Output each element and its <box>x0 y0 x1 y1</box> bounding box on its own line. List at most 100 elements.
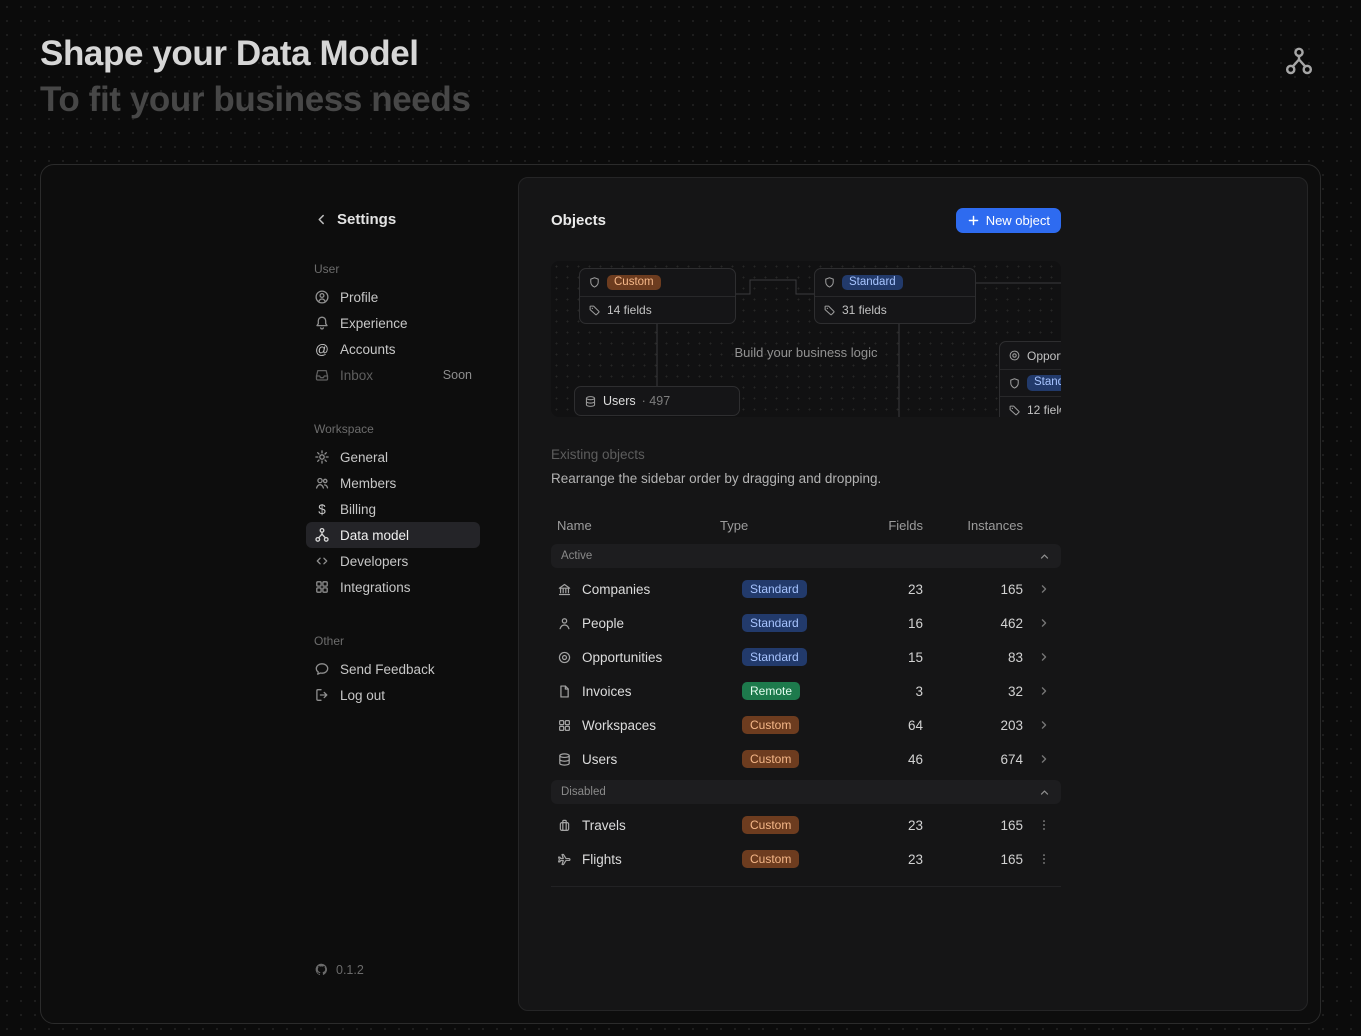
group-label: Disabled <box>561 786 606 798</box>
settings-back-button[interactable]: Settings <box>314 211 472 228</box>
table-row[interactable]: Opportunities Standard 15 83 <box>551 640 1061 674</box>
node-fields-count: 14 fields <box>607 303 652 317</box>
group-header-disabled[interactable]: Disabled <box>551 780 1061 804</box>
row-name: Companies <box>582 582 650 597</box>
node-fields-count: 31 fields <box>842 303 887 317</box>
type-badge: Standard <box>742 580 807 598</box>
sidebar-item-general[interactable]: General <box>306 444 480 470</box>
group-header-active[interactable]: Active <box>551 544 1061 568</box>
sidebar-item-send-feedback[interactable]: Send Feedback <box>306 656 480 682</box>
table-row[interactable]: People Standard 16 462 <box>551 606 1061 640</box>
instances-value: 462 <box>923 616 1023 631</box>
page-title: Objects <box>551 212 606 229</box>
node-type-badge: Standard <box>1027 375 1061 391</box>
section-label-user: User <box>314 262 472 276</box>
inbox-icon <box>314 367 330 383</box>
fields-value: 23 <box>860 852 923 867</box>
plane-icon <box>557 852 572 867</box>
objects-panel: Objects New object Build your business l… <box>518 177 1308 1011</box>
type-badge: Custom <box>742 750 799 768</box>
sidebar-item-label: Experience <box>340 316 408 331</box>
table-row[interactable]: Companies Standard 23 165 <box>551 572 1061 606</box>
chevron-right-icon[interactable] <box>1037 718 1051 732</box>
canvas-node-users[interactable]: Users · 497 <box>574 386 740 416</box>
data-model-canvas[interactable]: Build your business logic Custom 14 fiel… <box>551 261 1061 417</box>
sidebar-item-profile[interactable]: Profile <box>306 284 480 310</box>
sidebar-item-accounts[interactable]: @ Accounts <box>306 336 480 362</box>
sidebar-item-label: Developers <box>340 554 408 569</box>
chevron-up-icon[interactable] <box>1038 550 1051 563</box>
row-name: Users <box>582 752 617 767</box>
table-row[interactable]: Users Custom 46 674 <box>551 742 1061 776</box>
instances-value: 165 <box>923 818 1023 833</box>
table-row[interactable]: Workspaces Custom 64 203 <box>551 708 1061 742</box>
row-name: Travels <box>582 818 626 833</box>
sidebar-item-inbox: Inbox Soon <box>306 362 480 388</box>
chevron-right-icon[interactable] <box>1037 650 1051 664</box>
gear-icon <box>314 449 330 465</box>
sidebar-item-billing[interactable]: $ Billing <box>306 496 480 522</box>
new-object-button[interactable]: New object <box>956 208 1061 233</box>
new-object-label: New object <box>986 213 1050 228</box>
members-icon <box>314 475 330 491</box>
plus-icon <box>967 214 980 227</box>
target-icon <box>557 650 572 665</box>
fields-value: 3 <box>860 684 923 699</box>
row-name: Flights <box>582 852 622 867</box>
suitcase-icon <box>557 818 572 833</box>
sidebar-item-experience[interactable]: Experience <box>306 310 480 336</box>
feedback-icon <box>314 661 330 677</box>
table-divider <box>551 886 1061 887</box>
column-type: Type <box>720 518 860 533</box>
logout-icon <box>314 687 330 703</box>
chevron-right-icon[interactable] <box>1037 616 1051 630</box>
canvas-node-custom[interactable]: Custom 14 fields <box>579 268 736 324</box>
sidebar-item-members[interactable]: Members <box>306 470 480 496</box>
grid-icon <box>557 718 572 733</box>
sidebar-item-label: Log out <box>340 688 385 703</box>
table-row[interactable]: Flights Custom 23 165 <box>551 842 1061 876</box>
at-icon: @ <box>314 342 330 357</box>
fields-value: 23 <box>860 818 923 833</box>
canvas-node-opportunities[interactable]: Opportunities Standard 12 fields <box>999 341 1061 417</box>
fields-value: 16 <box>860 616 923 631</box>
chevron-right-icon[interactable] <box>1037 582 1051 596</box>
section-label-other: Other <box>314 634 472 648</box>
chevron-right-icon[interactable] <box>1037 752 1051 766</box>
kebab-menu-icon[interactable] <box>1037 852 1051 866</box>
object-shield-icon <box>588 276 601 289</box>
table-row[interactable]: Invoices Remote 3 32 <box>551 674 1061 708</box>
instances-value: 83 <box>923 650 1023 665</box>
type-badge: Standard <box>742 614 807 632</box>
row-name: Opportunities <box>582 650 662 665</box>
settings-sidebar: Settings User Profile Experience @ Accou… <box>41 165 506 1023</box>
sidebar-item-data-model[interactable]: Data model <box>306 522 480 548</box>
sidebar-item-log-out[interactable]: Log out <box>306 682 480 708</box>
type-badge: Custom <box>742 850 799 868</box>
node-users-count: · 497 <box>642 394 671 408</box>
fields-value: 23 <box>860 582 923 597</box>
node-fields-count: 12 fields <box>1027 403 1061 417</box>
row-name: Workspaces <box>582 718 656 733</box>
chevron-up-icon[interactable] <box>1038 786 1051 799</box>
sidebar-item-label: General <box>340 450 388 465</box>
column-instances: Instances <box>923 518 1023 533</box>
type-badge: Remote <box>742 682 800 700</box>
sidebar-item-developers[interactable]: Developers <box>306 548 480 574</box>
sidebar-item-label: Profile <box>340 290 378 305</box>
sidebar-item-label: Integrations <box>340 580 411 595</box>
node-type-badge: Standard <box>842 275 903 291</box>
chevron-right-icon[interactable] <box>1037 684 1051 698</box>
kebab-menu-icon[interactable] <box>1037 818 1051 832</box>
sidebar-item-integrations[interactable]: Integrations <box>306 574 480 600</box>
instances-value: 203 <box>923 718 1023 733</box>
sidebar-item-label: Accounts <box>340 342 396 357</box>
tag-icon <box>1008 404 1021 417</box>
document-icon <box>557 684 572 699</box>
fields-value: 64 <box>860 718 923 733</box>
canvas-node-standard[interactable]: Standard 31 fields <box>814 268 976 324</box>
profile-icon <box>314 289 330 305</box>
fields-value: 15 <box>860 650 923 665</box>
table-row[interactable]: Travels Custom 23 165 <box>551 808 1061 842</box>
column-name: Name <box>557 518 720 533</box>
